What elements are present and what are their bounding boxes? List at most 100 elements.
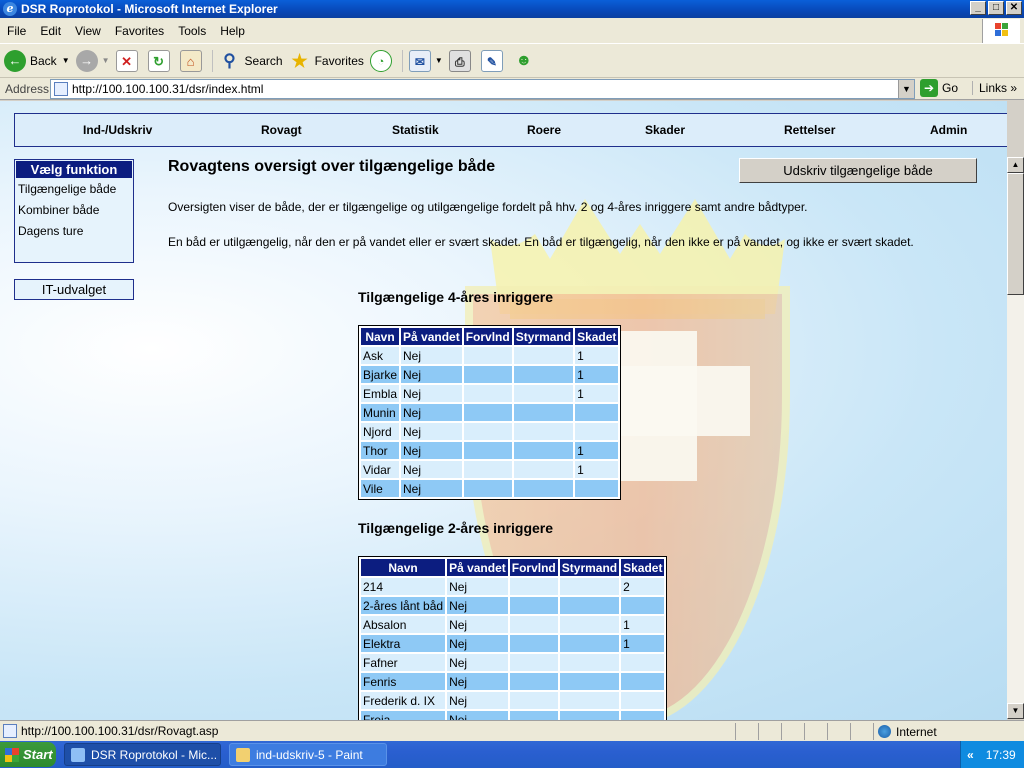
cell-skadet: [621, 692, 665, 709]
col-styrmand: Styrmand: [559, 559, 620, 576]
cell-paa-vandet: Nej: [401, 461, 462, 478]
menu-help[interactable]: Help: [213, 24, 252, 38]
section-title-4-aares: Tilgængelige 4-åres inriggere: [358, 289, 554, 305]
task-ie[interactable]: DSR Roprotokol - Mic...: [64, 743, 221, 766]
menu-tools[interactable]: Tools: [171, 24, 213, 38]
it-udvalget-button[interactable]: IT-udvalget: [14, 279, 134, 300]
vertical-scrollbar[interactable]: ▲ ▼: [1007, 157, 1024, 719]
cell-navn: Thor: [361, 442, 400, 459]
task-paint-label: ind-udskriv-5 - Paint: [256, 747, 363, 762]
cell-paa-vandet: Nej: [401, 480, 462, 497]
refresh-button[interactable]: ↻: [147, 49, 174, 72]
menu-view[interactable]: View: [68, 24, 108, 38]
back-dropdown-icon[interactable]: ▼: [62, 56, 70, 65]
cell-styrmand: [559, 616, 620, 633]
availability-text: En båd er utilgængelig, når den er på va…: [168, 235, 914, 249]
zone-label: Internet: [896, 724, 937, 739]
cell-skadet: 1: [621, 616, 665, 633]
scroll-down-icon[interactable]: ▼: [1007, 703, 1024, 719]
cell-paa-vandet: Nej: [447, 711, 508, 720]
cell-styrmand: [559, 692, 620, 709]
home-button[interactable]: ⌂: [179, 49, 206, 72]
mail-dropdown-icon[interactable]: ▼: [435, 56, 443, 65]
tray-expand-icon[interactable]: «: [967, 748, 974, 762]
cell-skadet: 1: [575, 347, 619, 364]
cell-paa-vandet: Nej: [401, 423, 462, 440]
task-paint[interactable]: ind-udskriv-5 - Paint: [229, 743, 387, 766]
nav-roere[interactable]: Roere: [527, 123, 561, 137]
col-forvlnd: Forvlnd: [509, 559, 558, 576]
sidebar-item-tilgaengelige-baade[interactable]: Tilgængelige både: [15, 179, 133, 200]
menu-bar: File Edit View Favorites Tools Help: [0, 18, 1024, 44]
cell-styrmand: [559, 635, 620, 652]
history-icon: ◔: [369, 49, 392, 72]
cell-forvlnd: [509, 635, 558, 652]
cell-forvlnd: [463, 423, 512, 440]
start-button[interactable]: Start: [0, 742, 56, 767]
menu-edit[interactable]: Edit: [33, 24, 68, 38]
print-button[interactable]: ⎙: [448, 49, 475, 72]
edit-button[interactable]: ✎: [480, 49, 507, 72]
cell-skadet: [621, 654, 665, 671]
menu-favorites[interactable]: Favorites: [108, 24, 171, 38]
cell-styrmand: [513, 480, 574, 497]
back-button[interactable]: ← Back ▼: [4, 49, 70, 72]
links-button[interactable]: Links »: [972, 81, 1017, 95]
mail-button[interactable]: ✉ ▼: [401, 49, 443, 72]
cell-paa-vandet: Nej: [447, 597, 508, 614]
home-icon: ⌂: [179, 49, 202, 72]
sidebar-item-kombiner-baade[interactable]: Kombiner både: [15, 200, 133, 221]
table-2-aares: Navn På vandet Forvlnd Styrmand Skadet 2…: [358, 556, 668, 720]
cell-skadet: 1: [575, 385, 619, 402]
nav-statistik[interactable]: Statistik: [392, 123, 439, 137]
page-content: Ind-/Udskriv Rovagt Statistik Roere Skad…: [0, 101, 1007, 720]
forward-dropdown-icon[interactable]: ▼: [102, 56, 110, 65]
history-button[interactable]: ◔: [369, 49, 396, 72]
cell-forvlnd: [463, 480, 512, 497]
cell-navn: Ask: [361, 347, 400, 364]
address-input[interactable]: http://100.100.100.31/dsr/index.html ▼: [50, 79, 915, 99]
maximize-button[interactable]: □: [988, 1, 1004, 15]
toolbar: ← Back ▼ → ▼ ✕ ↻ ⌂ ⚲ Search ★ Favorites …: [0, 44, 1024, 78]
nav-rovagt[interactable]: Rovagt: [261, 123, 302, 137]
messenger-button[interactable]: ☻: [513, 50, 539, 72]
forward-button[interactable]: → ▼: [75, 49, 110, 72]
table-row: 214 Nej 2: [361, 578, 665, 595]
sidebar-item-dagens-ture[interactable]: Dagens ture: [15, 221, 133, 242]
table-row: Vidar Nej 1: [361, 461, 619, 478]
cell-styrmand: [513, 404, 574, 421]
star-icon: ★: [291, 50, 308, 71]
cell-navn: Absalon: [361, 616, 446, 633]
scroll-up-icon[interactable]: ▲: [1007, 157, 1024, 173]
favorites-button[interactable]: ★ Favorites: [289, 50, 363, 72]
nav-ind-udskriv[interactable]: Ind-/Udskriv: [83, 123, 152, 137]
table-row: Elektra Nej 1: [361, 635, 665, 652]
ie-icon: [71, 747, 85, 762]
globe-icon: [878, 725, 891, 738]
nav-admin[interactable]: Admin: [930, 123, 967, 137]
cell-forvlnd: [509, 578, 558, 595]
close-button[interactable]: ✕: [1006, 1, 1022, 15]
col-styrmand: Styrmand: [513, 328, 574, 345]
cell-paa-vandet: Nej: [401, 385, 462, 402]
minimize-button[interactable]: _: [970, 1, 986, 15]
nav-skader[interactable]: Skader: [645, 123, 685, 137]
stop-button[interactable]: ✕: [115, 49, 142, 72]
cell-forvlnd: [463, 366, 512, 383]
cell-paa-vandet: Nej: [447, 616, 508, 633]
cell-paa-vandet: Nej: [401, 366, 462, 383]
cell-skadet: 1: [575, 461, 619, 478]
cell-navn: Vile: [361, 480, 400, 497]
scroll-thumb[interactable]: [1007, 173, 1024, 295]
address-dropdown-icon[interactable]: ▼: [898, 80, 914, 98]
go-button[interactable]: ➔ Go: [920, 79, 958, 97]
paint-icon: [236, 747, 250, 762]
print-available-boats-button[interactable]: Udskriv tilgængelige både: [739, 158, 977, 183]
nav-rettelser[interactable]: Rettelser: [784, 123, 835, 137]
main-nav: Ind-/Udskriv Rovagt Statistik Roere Skad…: [14, 113, 1007, 147]
search-button[interactable]: ⚲ Search: [211, 49, 283, 72]
menu-file[interactable]: File: [0, 24, 33, 38]
cell-navn: Freja: [361, 711, 446, 720]
cell-skadet: [575, 480, 619, 497]
cell-skadet: 2: [621, 578, 665, 595]
